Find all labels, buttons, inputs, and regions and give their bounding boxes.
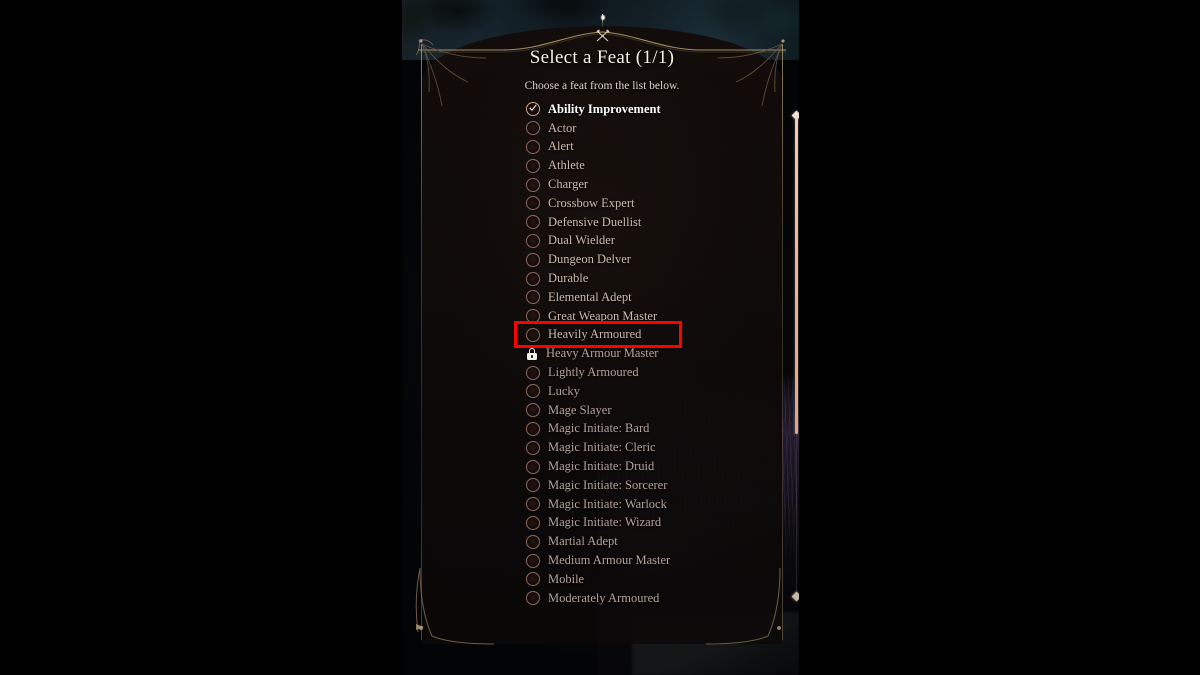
- game-viewport: Select a Feat (1/1) Choose a feat from t…: [402, 0, 799, 675]
- radio-unchecked-icon[interactable]: [526, 365, 540, 380]
- feat-list-item-label: Defensive Duellist: [548, 214, 642, 229]
- feat-list-item-label: Magic Initiate: Cleric: [548, 440, 656, 455]
- radio-unchecked-icon[interactable]: [526, 196, 540, 211]
- feat-list-item-label: Moderately Armoured: [548, 590, 660, 605]
- select-feat-dialog: Select a Feat (1/1) Choose a feat from t…: [415, 14, 799, 645]
- radio-unchecked-icon[interactable]: [526, 121, 540, 136]
- radio-unchecked-icon[interactable]: [526, 177, 540, 192]
- feat-list-item-label: Heavy Armour Master: [546, 346, 659, 361]
- feat-list-item[interactable]: Magic Initiate: Cleric: [526, 438, 776, 457]
- feat-list-item-label: Elemental Adept: [548, 289, 632, 304]
- feat-list-item[interactable]: Actor: [526, 119, 776, 138]
- feat-list-item[interactable]: Heavily Armoured: [526, 326, 776, 345]
- feat-list-item-label: Alert: [548, 139, 574, 154]
- radio-unchecked-icon[interactable]: [526, 384, 540, 399]
- feat-list-item[interactable]: Crossbow Expert: [526, 194, 776, 213]
- lock-icon: [526, 347, 538, 360]
- radio-unchecked-icon[interactable]: [526, 252, 540, 267]
- feat-list-item-label: Magic Initiate: Wizard: [548, 515, 662, 530]
- feat-list-item[interactable]: Magic Initiate: Bard: [526, 420, 776, 439]
- feat-list-item-label: Dungeon Delver: [548, 252, 631, 267]
- radio-unchecked-icon[interactable]: [526, 591, 540, 606]
- radio-unchecked-icon[interactable]: [526, 534, 540, 549]
- radio-unchecked-icon[interactable]: [526, 271, 540, 286]
- feat-list-item-label: Ability Improvement: [548, 101, 661, 116]
- radio-unchecked-icon[interactable]: [526, 158, 540, 173]
- feat-list-item[interactable]: Magic Initiate: Druid: [526, 457, 776, 476]
- radio-unchecked-icon[interactable]: [526, 403, 540, 418]
- page-title: Select a Feat (1/1): [529, 47, 675, 68]
- feat-list-item-label: Magic Initiate: Bard: [548, 421, 650, 436]
- radio-unchecked-icon[interactable]: [526, 497, 540, 512]
- feat-list-item[interactable]: Defensive Duellist: [526, 213, 776, 232]
- feat-list-item-label: Mage Slayer: [548, 402, 612, 417]
- feat-list-item-label: Durable: [548, 271, 589, 286]
- feat-list-item-label: Mobile: [548, 571, 585, 586]
- feat-list-item[interactable]: Mage Slayer: [526, 401, 776, 420]
- feat-list-item-label: Crossbow Expert: [548, 195, 635, 210]
- feat-list-item[interactable]: Ability Improvement: [526, 100, 776, 119]
- feat-list-item-label: Heavily Armoured: [548, 327, 642, 342]
- feat-list-item-label: Lightly Armoured: [548, 365, 639, 380]
- feat-list-item[interactable]: Magic Initiate: Sorcerer: [526, 476, 776, 495]
- feat-list-item[interactable]: Dual Wielder: [526, 232, 776, 251]
- radio-unchecked-icon[interactable]: [526, 478, 540, 493]
- feat-list-item-label: Dual Wielder: [548, 233, 615, 248]
- feat-list-item-label: Lucky: [548, 383, 580, 398]
- feat-list-item-label: Charger: [548, 177, 589, 192]
- feat-list-item[interactable]: Great Weapon Master: [526, 307, 776, 326]
- radio-unchecked-icon[interactable]: [526, 215, 540, 230]
- radio-unchecked-icon[interactable]: [526, 327, 540, 342]
- feat-list[interactable]: Ability Improvement Actor Alert Athlete Char…: [526, 100, 776, 620]
- radio-unchecked-icon[interactable]: [526, 515, 540, 530]
- radio-unchecked-icon[interactable]: [526, 440, 540, 455]
- dialog-subtitle: Choose a feat from the list below.: [524, 80, 680, 92]
- feat-list-item[interactable]: Durable: [526, 269, 776, 288]
- feat-list-item-label: Magic Initiate: Warlock: [548, 496, 667, 511]
- feat-list-item-label: Athlete: [548, 158, 585, 173]
- feat-list-item[interactable]: Medium Armour Master: [526, 551, 776, 570]
- feat-list-item-label: Great Weapon Master: [548, 308, 658, 323]
- radio-unchecked-icon[interactable]: [526, 290, 540, 305]
- radio-unchecked-icon[interactable]: [526, 309, 540, 324]
- feat-list-item[interactable]: Dungeon Delver: [526, 250, 776, 269]
- feat-list-item[interactable]: Charger: [526, 175, 776, 194]
- dialog-left-rail: [421, 44, 422, 640]
- feat-list-item[interactable]: Mobile: [526, 570, 776, 589]
- feat-list-scrollbar[interactable]: [791, 110, 799, 602]
- feat-list-item[interactable]: Heavy Armour Master: [526, 344, 776, 363]
- crest-light-dot: [600, 15, 605, 20]
- scrollbar-thumb[interactable]: [795, 118, 798, 434]
- radio-unchecked-icon[interactable]: [526, 421, 540, 436]
- feat-list-item[interactable]: Magic Initiate: Wizard: [526, 514, 776, 533]
- feat-list-item[interactable]: Alert: [526, 138, 776, 157]
- dialog-right-rail: [782, 44, 783, 640]
- feat-list-item-label: Magic Initiate: Sorcerer: [548, 477, 668, 492]
- feat-list-item[interactable]: Lightly Armoured: [526, 363, 776, 382]
- feat-list-item[interactable]: Martial Adept: [526, 532, 776, 551]
- radio-unchecked-icon[interactable]: [526, 233, 540, 248]
- feat-list-item[interactable]: Lucky: [526, 382, 776, 401]
- feat-list-item[interactable]: Magic Initiate: Warlock: [526, 495, 776, 514]
- feat-list-item[interactable]: Elemental Adept: [526, 288, 776, 307]
- radio-unchecked-icon[interactable]: [526, 553, 540, 568]
- scrollbar-bottom-ornament-icon: [791, 591, 799, 602]
- feat-list-item[interactable]: Moderately Armoured: [526, 589, 776, 608]
- feat-list-item-label: Martial Adept: [548, 534, 618, 549]
- radio-unchecked-icon[interactable]: [526, 459, 540, 474]
- feat-list-item-label: Actor: [548, 120, 577, 135]
- radio-unchecked-icon[interactable]: [526, 139, 540, 154]
- screenshot-root: Select a Feat (1/1) Choose a feat from t…: [0, 0, 1200, 675]
- radio-unchecked-icon[interactable]: [526, 572, 540, 587]
- feat-list-item-label: Medium Armour Master: [548, 553, 671, 568]
- feat-list-item-label: Magic Initiate: Druid: [548, 459, 655, 474]
- feat-list-item[interactable]: Athlete: [526, 156, 776, 175]
- crossed-axes-crest-icon: [596, 29, 610, 42]
- radio-checked-icon[interactable]: [526, 102, 540, 117]
